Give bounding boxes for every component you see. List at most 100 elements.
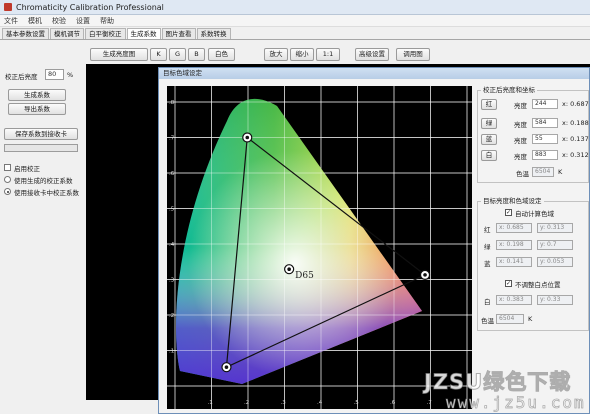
red-button[interactable]: 红 — [481, 99, 497, 110]
title-bar: Chromaticity Calibration Professional — [0, 0, 590, 15]
red-brightness-label: 亮度 — [514, 102, 527, 110]
one-to-one-button[interactable]: 1:1 — [316, 48, 340, 61]
cie-diagram[interactable]: .1.2.3.4.5.6.7.1.2.3.4.5.6.7.8 D65 — [167, 66, 472, 409]
y-tick-label: .5 — [169, 207, 175, 213]
blue-coord: x: 0.137 — [562, 135, 589, 143]
tab-basic-params[interactable]: 基本参数设置 — [2, 28, 49, 39]
x-tick-label: .1 — [208, 400, 213, 406]
white-x-field: x: 0.383 — [496, 295, 532, 305]
y-tick-label: .7 — [169, 136, 175, 142]
blue-brightness-field[interactable]: 55 — [532, 134, 558, 144]
x-tick-label: .3 — [281, 400, 287, 406]
color-temp-field: 6504 — [532, 167, 554, 177]
color-temp2-field: 6504 — [496, 314, 524, 324]
b-button[interactable]: B — [188, 48, 205, 61]
menu-settings[interactable]: 设置 — [76, 16, 90, 26]
radio-generated-coeff[interactable] — [4, 176, 11, 183]
open-image-button[interactable]: 调用图 — [396, 48, 430, 61]
green-button[interactable]: 绿 — [481, 118, 497, 129]
percent-unit: % — [67, 71, 74, 79]
y-tick-label: .2 — [169, 313, 174, 319]
auto-calc-label: 自动计算色域 — [515, 210, 554, 218]
watermark: JZSU绿色下载 www.jz5u.com — [423, 366, 590, 413]
color-temp-label: 色温 — [516, 170, 529, 178]
green-brightness-label: 亮度 — [514, 121, 527, 129]
generate-coeff-button[interactable]: 生成系数 — [8, 89, 66, 101]
blue-y-field: y: 0.053 — [537, 257, 573, 267]
y-tick-label: .1 — [169, 349, 174, 355]
x-tick-label: .2 — [244, 400, 249, 406]
white-brightness-field[interactable]: 883 — [532, 150, 558, 160]
tab-white-balance[interactable]: 白平衡校正 — [85, 28, 126, 39]
color-locus — [176, 98, 423, 385]
red-y-field: y: 0.313 — [537, 223, 573, 233]
blue-gamut-point-center — [224, 365, 229, 369]
y-tick-label: .3 — [169, 278, 175, 284]
menu-bar: 文件 模机 校验 设置 帮助 — [0, 15, 590, 27]
x-tick-label: .6 — [390, 400, 396, 406]
red-x-field: x: 0.685 — [496, 223, 532, 233]
tab-generate-coeff[interactable]: 生成系数 — [126, 28, 161, 39]
keep-white-label: 不调整白点位置 — [515, 281, 561, 289]
cie-chart-svg: .1.2.3.4.5.6.7.1.2.3.4.5.6.7.8 D65 — [167, 66, 472, 409]
red-gamut-point-center — [423, 273, 427, 277]
y-tick-label: .8 — [169, 100, 175, 106]
save-coeff-to-card-button[interactable]: 保存系数到接收卡 — [4, 128, 78, 140]
blue-button[interactable]: 蓝 — [481, 134, 497, 145]
red-coord: x: 0.687 — [562, 100, 589, 108]
blue-brightness-label: 亮度 — [514, 137, 527, 145]
watermark-line1: JZSU绿色下载 — [423, 370, 572, 395]
correction-brightness-input[interactable]: 80 — [45, 69, 64, 80]
radio-card-label: 使用接收卡中校正系数 — [14, 189, 79, 197]
settings-group-title: 目标亮度和色域设定 — [481, 195, 544, 205]
blue-x-field: x: 0.141 — [496, 257, 532, 267]
white-brightness-label: 亮度 — [514, 153, 527, 161]
advanced-settings-button[interactable]: 高级设置 — [355, 48, 389, 61]
target-group-title: 校正后亮度和坐标 — [481, 84, 537, 94]
generate-image-button[interactable]: 生成亮度图 — [90, 48, 148, 61]
red-brightness-field[interactable]: 244 — [532, 99, 558, 109]
app-icon — [4, 3, 12, 11]
correction-brightness-label: 校正后亮度 — [5, 73, 38, 81]
green-y-field: y: 0.7 — [537, 240, 573, 250]
green-x-field: x: 0.198 — [496, 240, 532, 250]
zoom-in-button[interactable]: 放大 — [264, 48, 288, 61]
color-temp2-unit: K — [528, 315, 533, 323]
menu-verify[interactable]: 校验 — [52, 16, 66, 26]
enable-correction-checkbox[interactable] — [4, 164, 11, 171]
color-temp-unit: K — [558, 168, 563, 176]
target-gamut-dialog: 目标色域设定 .1 .2 .3 .4 .5 .6 .7 .1 .2 .3 .4 … — [158, 66, 590, 414]
red-coord-label: 红 — [484, 226, 491, 234]
d65-label: D65 — [295, 271, 314, 281]
g-button[interactable]: G — [169, 48, 186, 61]
tab-coeff-convert[interactable]: 系数转换 — [196, 28, 231, 39]
y-tick-label: .6 — [169, 171, 175, 177]
menu-help[interactable]: 帮助 — [100, 16, 114, 26]
zoom-out-button[interactable]: 缩小 — [290, 48, 314, 61]
y-tick-label: .4 — [169, 242, 175, 248]
auto-calc-checkbox[interactable]: ✓ — [505, 209, 512, 216]
white-button[interactable]: 白色 — [208, 48, 235, 61]
progress-bar — [4, 144, 78, 152]
k-button[interactable]: K — [150, 48, 167, 61]
color-temp2-label: 色温 — [481, 317, 494, 325]
tab-image-view[interactable]: 图片查看 — [161, 28, 196, 39]
x-tick-label: .4 — [317, 400, 323, 406]
keep-white-checkbox[interactable]: ✓ — [505, 280, 512, 287]
radio-card-coeff[interactable] — [4, 188, 11, 195]
blue-coord-label: 蓝 — [484, 260, 491, 268]
menu-model[interactable]: 模机 — [28, 16, 42, 26]
green-coord: x: 0.188 — [562, 119, 589, 127]
white-coord: x: 0.312 — [562, 151, 589, 159]
menu-file[interactable]: 文件 — [4, 16, 18, 26]
window-title: Chromaticity Calibration Professional — [16, 2, 164, 12]
white-point-button[interactable]: 白 — [481, 150, 497, 161]
tab-model-adjust[interactable]: 模机调节 — [50, 28, 84, 39]
radio-generated-label: 使用生成的校正系数 — [14, 177, 73, 185]
green-brightness-field[interactable]: 584 — [532, 118, 558, 128]
export-coeff-button[interactable]: 导出系数 — [8, 103, 66, 115]
x-tick-label: .5 — [354, 400, 360, 406]
white-gamut-point-center — [287, 267, 291, 272]
green-coord-label: 绿 — [484, 243, 491, 251]
white-coord-label: 白 — [484, 298, 491, 306]
